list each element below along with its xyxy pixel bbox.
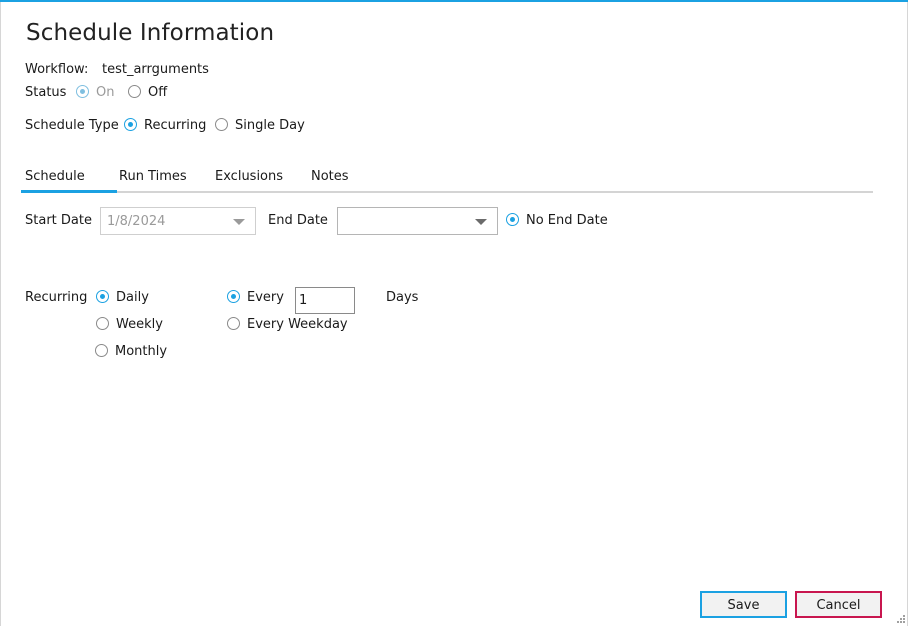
status-off-label[interactable]: Off [148, 85, 167, 100]
daily-every-weekday-radio[interactable] [227, 317, 240, 330]
workflow-label: Workflow: [25, 62, 89, 77]
daily-every-weekday-label[interactable]: Every Weekday [247, 317, 348, 332]
schedule-type-single-day-label[interactable]: Single Day [235, 118, 305, 133]
cancel-button[interactable]: Cancel [795, 591, 882, 618]
recurring-label: Recurring [25, 290, 88, 305]
daily-every-radio[interactable] [227, 290, 240, 303]
end-date-label: End Date [268, 213, 328, 228]
tab-active-indicator [21, 190, 117, 193]
schedule-type-recurring-radio[interactable] [124, 118, 137, 131]
status-off-radio[interactable] [128, 85, 141, 98]
schedule-type-recurring-label[interactable]: Recurring [144, 118, 206, 133]
dialog-title: Schedule Information [26, 20, 275, 46]
days-unit-label: Days [386, 290, 419, 305]
window-border-left [0, 2, 1, 626]
status-on-radio[interactable] [76, 85, 89, 98]
tab-notes[interactable]: Notes [311, 169, 349, 184]
recurring-daily-label[interactable]: Daily [116, 290, 149, 305]
status-label: Status [25, 85, 67, 100]
schedule-type-single-day-radio[interactable] [215, 118, 228, 131]
resize-grip-icon[interactable] [897, 615, 905, 623]
end-date-picker[interactable] [337, 207, 498, 235]
tab-schedule[interactable]: Schedule [25, 169, 85, 184]
daily-every-label[interactable]: Every [247, 290, 284, 305]
window-accent-bar [0, 0, 908, 2]
recurring-weekly-radio[interactable] [96, 317, 109, 330]
start-date-label: Start Date [25, 213, 92, 228]
recurring-weekly-label[interactable]: Weekly [116, 317, 163, 332]
recurring-monthly-label[interactable]: Monthly [115, 344, 167, 359]
tab-exclusions[interactable]: Exclusions [215, 169, 283, 184]
no-end-date-radio[interactable] [506, 213, 519, 226]
every-days-input[interactable] [299, 290, 349, 310]
start-date-value: 1/8/2024 [107, 214, 166, 229]
recurring-monthly-radio[interactable] [95, 344, 108, 357]
tab-strip-divider [21, 191, 873, 193]
workflow-name: test_arrguments [102, 62, 209, 77]
recurring-daily-radio[interactable] [96, 290, 109, 303]
every-days-input-box[interactable] [295, 287, 355, 314]
start-date-picker[interactable]: 1/8/2024 [100, 207, 256, 235]
no-end-date-label[interactable]: No End Date [526, 213, 608, 228]
start-date-dropdown-arrow-icon [233, 219, 245, 225]
tab-run-times[interactable]: Run Times [119, 169, 187, 184]
status-on-label: On [96, 85, 115, 100]
save-button[interactable]: Save [700, 591, 787, 618]
end-date-dropdown-arrow-icon [475, 219, 487, 225]
schedule-type-label: Schedule Type [25, 118, 119, 133]
